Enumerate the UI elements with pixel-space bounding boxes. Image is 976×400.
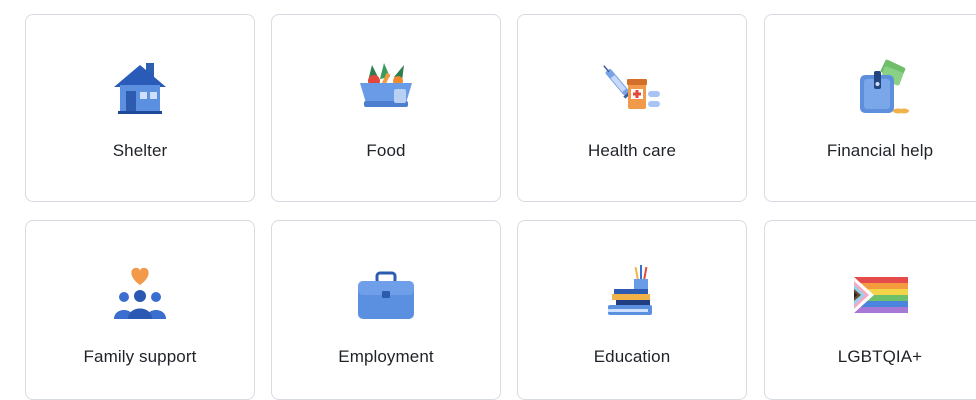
- house-icon: [108, 57, 172, 121]
- category-card-health-care[interactable]: Health care: [517, 14, 747, 202]
- wallet-money-icon: [848, 57, 912, 121]
- category-card-lgbtqia[interactable]: LGBTQIA+: [764, 220, 976, 400]
- category-label: LGBTQIA+: [837, 347, 923, 366]
- medicine-icon: [600, 57, 664, 121]
- family-heart-icon: [108, 263, 172, 327]
- briefcase-icon: [354, 263, 418, 327]
- category-label: Employment: [338, 347, 434, 366]
- category-label: Financial help: [826, 141, 934, 160]
- category-card-employment[interactable]: Employment: [271, 220, 501, 400]
- category-grid: Shelter Food Health care Financial help …: [0, 0, 976, 400]
- category-label: Education: [593, 347, 671, 366]
- pride-flag-icon: [848, 263, 912, 327]
- category-card-family-support[interactable]: Family support: [25, 220, 255, 400]
- food-bowl-icon: [354, 57, 418, 121]
- category-card-food[interactable]: Food: [271, 14, 501, 202]
- category-card-shelter[interactable]: Shelter: [25, 14, 255, 202]
- category-label: Family support: [83, 347, 197, 366]
- category-card-education[interactable]: Education: [517, 220, 747, 400]
- category-label: Food: [366, 141, 406, 160]
- category-label: Shelter: [112, 141, 168, 160]
- books-icon: [600, 263, 664, 327]
- category-card-financial-help[interactable]: Financial help: [764, 14, 976, 202]
- category-label: Health care: [587, 141, 677, 160]
